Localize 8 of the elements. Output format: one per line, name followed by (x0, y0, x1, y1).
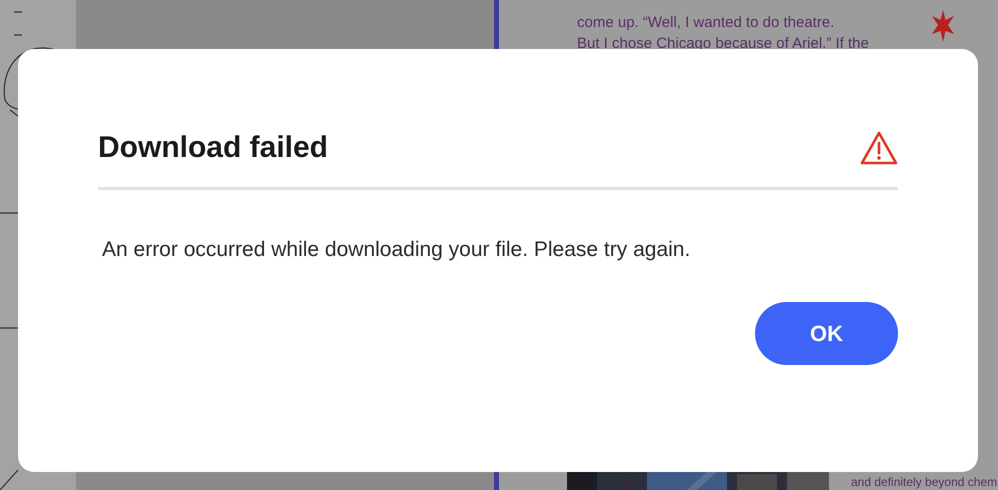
document-text: come up. “Well, I wanted to do theatre. (577, 13, 836, 33)
warning-icon (860, 131, 898, 165)
document-text: and definitely beyond chem (851, 475, 998, 489)
dialog-message: An error occurred while downloading your file. Please try again. (102, 238, 692, 262)
star-icon (931, 10, 955, 42)
dialog-title: Download failed (98, 131, 328, 165)
ok-button[interactable]: OK (755, 302, 898, 365)
document-text: But I chose Chicago because of Ariel.” If the (577, 34, 869, 54)
